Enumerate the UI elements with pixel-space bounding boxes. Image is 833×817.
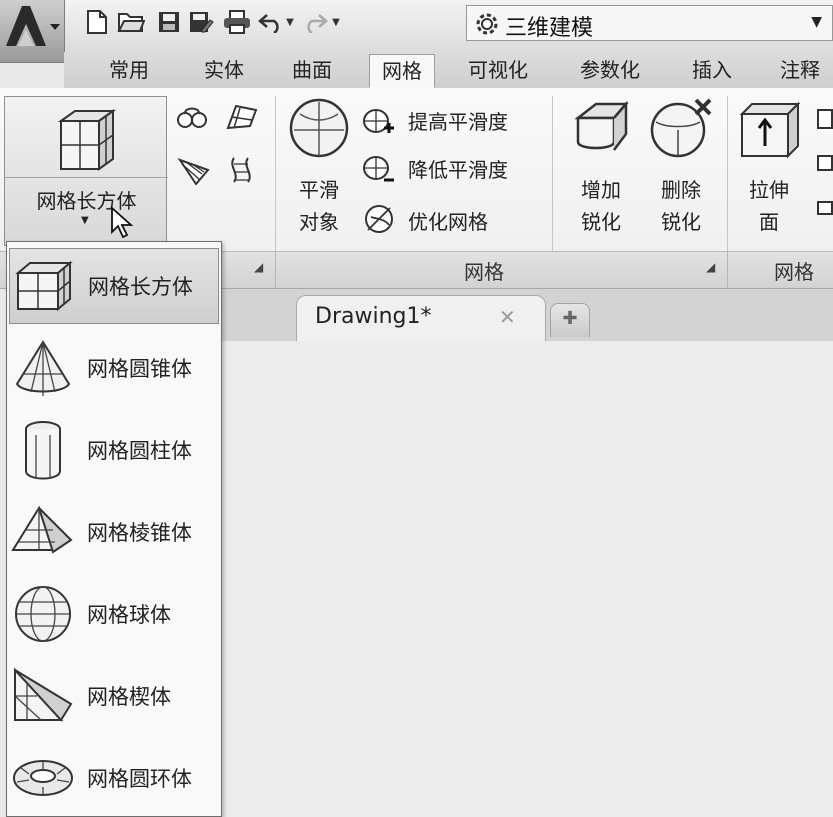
ribbon-separator <box>552 96 553 256</box>
save-icon[interactable] <box>154 6 184 38</box>
menu-item-mesh-pyramid[interactable]: 网格棱锥体 <box>9 494 219 570</box>
menu-item-label: 网格圆环体 <box>87 767 192 791</box>
mesh-cone-icon <box>9 333 77 403</box>
tab-mesh[interactable]: 网格 <box>369 54 435 88</box>
close-icon[interactable]: ✕ <box>499 305 516 329</box>
tab-parametric[interactable]: 参数化 <box>580 54 640 86</box>
mesh-box-label: 网格长方体 <box>36 189 137 213</box>
remove-crease-label-2: 锐化 <box>661 210 701 234</box>
ruled-mesh-small-icon[interactable] <box>226 154 260 186</box>
revolved-mesh-small-icon[interactable] <box>176 154 212 186</box>
menu-item-label: 网格长方体 <box>88 275 193 299</box>
drawing-canvas[interactable] <box>222 341 833 817</box>
panel-dialog-launcher-icon[interactable]: ◢ <box>254 260 263 274</box>
chevron-down-icon: ▼ <box>811 14 822 30</box>
tab-visualize[interactable]: 可视化 <box>468 54 528 86</box>
raise-smoothness-label[interactable]: 提高平滑度 <box>408 106 508 135</box>
panel-dialog-launcher-icon[interactable]: ◢ <box>706 260 715 274</box>
mesh-wedge-icon <box>9 661 77 731</box>
lower-smoothness-label[interactable]: 降低平滑度 <box>408 154 508 183</box>
gear-icon <box>473 10 501 38</box>
mesh-box-split-button[interactable]: 网格长方体 ▼ <box>4 96 168 246</box>
menu-item-label: 网格棱锥体 <box>87 521 192 545</box>
extrude-face-label-1: 拉伸 <box>749 178 789 202</box>
mouse-cursor-icon <box>108 206 138 240</box>
menu-item-label: 网格圆锥体 <box>87 357 192 381</box>
autocad-logo-icon <box>6 6 60 46</box>
extrude-face-label-2: 面 <box>759 210 779 234</box>
redo-dropdown-arrow-icon[interactable]: ▼ <box>330 6 342 38</box>
mesh-box-icon <box>55 107 119 173</box>
tab-surface[interactable]: 曲面 <box>292 54 332 86</box>
document-tab[interactable]: Drawing1* ✕ <box>296 295 546 341</box>
workspace-selector[interactable]: 三维建模 ▼ <box>466 5 833 41</box>
workspace-label: 三维建模 <box>505 16 594 41</box>
open-folder-icon[interactable] <box>116 6 146 38</box>
mesh-surface-small-icon[interactable] <box>224 102 258 132</box>
document-tab-label: Drawing1* <box>315 304 432 329</box>
mesh-cone-small-icon[interactable] <box>176 102 208 132</box>
extrude-face-icon[interactable] <box>736 98 802 160</box>
menu-item-mesh-cylinder[interactable]: 网格圆柱体 <box>9 412 219 488</box>
mesh-sphere-icon <box>9 579 77 649</box>
tab-annotate[interactable]: 注释 <box>780 54 820 86</box>
menu-item-mesh-torus[interactable]: 网格圆环体 <box>9 740 219 816</box>
lower-smoothness-icon[interactable] <box>362 154 396 184</box>
mesh-pyramid-icon <box>9 497 77 567</box>
ribbon-tab-bar: 常用 实体 曲面 网格 可视化 参数化 插入 注释 <box>64 52 833 89</box>
menu-item-label: 网格球体 <box>87 603 171 627</box>
refine-mesh-label[interactable]: 优化网格 <box>408 206 488 235</box>
remove-crease-icon[interactable] <box>648 96 714 160</box>
mesh-torus-icon <box>9 743 77 813</box>
application-menu-button[interactable] <box>0 0 65 63</box>
smooth-object-icon[interactable] <box>286 96 352 160</box>
add-crease-label-2: 锐化 <box>581 210 621 234</box>
mesh-box-icon <box>10 251 78 321</box>
remove-crease-label-1: 删除 <box>661 178 701 202</box>
menu-item-label: 网格圆柱体 <box>87 439 192 463</box>
undo-dropdown-arrow-icon[interactable]: ▼ <box>284 6 296 38</box>
new-drawing-tab-button[interactable]: ✚ <box>550 303 590 337</box>
undo-icon[interactable] <box>256 6 286 38</box>
mesh-cylinder-icon <box>9 415 77 485</box>
plot-printer-icon[interactable] <box>222 6 252 38</box>
redo-icon[interactable] <box>300 6 330 38</box>
ribbon-separator <box>727 96 728 256</box>
raise-smoothness-icon[interactable] <box>362 106 396 136</box>
smooth-object-label-2: 对象 <box>299 210 339 234</box>
tab-solid[interactable]: 实体 <box>204 54 244 86</box>
smooth-object-label-1: 平滑 <box>299 178 339 202</box>
dropdown-arrow-icon: ▼ <box>81 215 89 226</box>
tab-insert[interactable]: 插入 <box>692 54 732 86</box>
save-as-icon[interactable] <box>186 6 216 38</box>
mesh-primitive-dropdown: 网格长方体 网格圆锥体 网格圆柱体 网格棱锥体 网格球体 网格楔体 网格圆环体 <box>6 241 222 817</box>
panel-title-mesh: 网格 <box>464 260 504 284</box>
refine-mesh-icon[interactable] <box>362 202 396 236</box>
tab-home[interactable]: 常用 <box>109 54 149 86</box>
menu-item-mesh-wedge[interactable]: 网格楔体 <box>9 658 219 734</box>
add-crease-icon[interactable] <box>568 96 634 160</box>
menu-item-mesh-box[interactable]: 网格长方体 <box>9 248 219 324</box>
merge-face-icon[interactable] <box>814 106 833 216</box>
menu-item-mesh-cone[interactable]: 网格圆锥体 <box>9 330 219 406</box>
document-tab-strip: Drawing1* ✕ ✚ <box>222 289 833 341</box>
menu-item-mesh-sphere[interactable]: 网格球体 <box>9 576 219 652</box>
add-crease-label-1: 增加 <box>581 178 621 202</box>
menu-item-label: 网格楔体 <box>87 685 171 709</box>
new-file-icon[interactable] <box>82 6 112 38</box>
ribbon-separator <box>275 96 276 256</box>
